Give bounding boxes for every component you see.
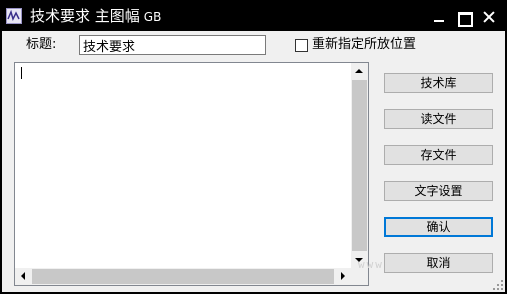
vertical-scrollbar[interactable] [351, 63, 368, 268]
save-file-button[interactable]: 存文件 [384, 145, 493, 165]
title-bar[interactable]: 技术要求 主图幅 GB [0, 0, 507, 32]
reposition-checkbox-label[interactable]: 重新指定所放位置 [312, 37, 416, 53]
horizontal-scrollbar[interactable] [15, 268, 351, 285]
read-file-button[interactable]: 读文件 [384, 109, 493, 129]
scroll-right-icon[interactable] [334, 268, 351, 285]
dialog-window: 技术要求 主图幅GB 标题: 重新指定所放位置 技术库 读文件 存文 [0, 0, 507, 294]
title-label: 标题: [26, 37, 57, 52]
text-caret [21, 67, 22, 79]
scroll-up-icon[interactable] [351, 63, 368, 80]
cancel-button[interactable]: 取消 [384, 253, 493, 273]
window-title-main: 技术要求 主图幅 [30, 7, 140, 25]
text-settings-button[interactable]: 文字设置 [384, 181, 493, 201]
dialog-body: 标题: 重新指定所放位置 技术库 读文件 存文件 文字设置 确认 www.ttc… [2, 31, 505, 292]
scroll-left-icon[interactable] [15, 268, 32, 285]
title-input[interactable] [79, 35, 266, 55]
horizontal-scroll-track[interactable] [32, 269, 334, 284]
reposition-checkbox[interactable] [295, 39, 308, 52]
window-title-suffix: GB [143, 10, 162, 24]
maximize-icon[interactable] [457, 10, 473, 27]
window-title: 技术要求 主图幅 GB [30, 6, 161, 27]
resize-grip-icon[interactable] [492, 279, 504, 291]
minimize-icon[interactable] [432, 10, 446, 24]
close-icon[interactable] [482, 10, 496, 24]
vertical-scroll-track[interactable] [352, 80, 367, 251]
content-textarea[interactable] [14, 62, 369, 286]
library-button[interactable]: 技术库 [384, 73, 493, 93]
waveform-icon [6, 8, 22, 24]
confirm-button[interactable]: 确认 [384, 217, 493, 237]
